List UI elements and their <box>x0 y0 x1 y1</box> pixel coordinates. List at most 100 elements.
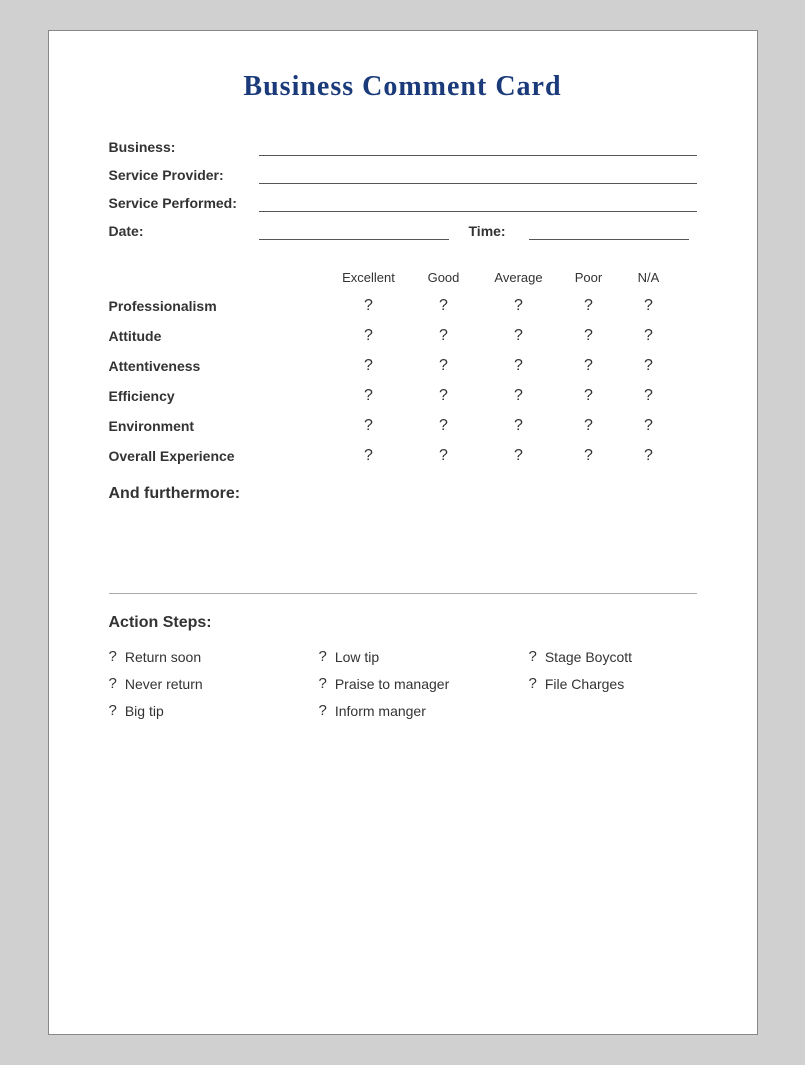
service-performed-row: Service Performed: <box>109 194 697 212</box>
attitude-average[interactable]: ? <box>479 327 559 345</box>
attitude-na[interactable]: ? <box>619 327 679 345</box>
attentiveness-na[interactable]: ? <box>619 357 679 375</box>
environment-average[interactable]: ? <box>479 417 559 435</box>
attentiveness-good[interactable]: ? <box>409 357 479 375</box>
header-excellent: Excellent <box>329 270 409 285</box>
action-label-praise-manager: Praise to manager <box>335 676 449 692</box>
label-overall-experience: Overall Experience <box>109 448 329 464</box>
action-icon-low-tip: ? <box>319 648 327 665</box>
action-label-low-tip: Low tip <box>335 649 379 665</box>
environment-na[interactable]: ? <box>619 417 679 435</box>
attentiveness-poor[interactable]: ? <box>559 357 619 375</box>
service-provider-row: Service Provider: <box>109 166 697 184</box>
furthermore-section: And furthermore: <box>109 485 697 503</box>
action-icon-file-charges: ? <box>529 675 537 692</box>
label-efficiency: Efficiency <box>109 388 329 404</box>
action-item-big-tip[interactable]: ? Big tip <box>109 702 309 719</box>
action-item-praise-manager[interactable]: ? Praise to manager <box>319 675 519 692</box>
attitude-excellent[interactable]: ? <box>329 327 409 345</box>
action-icon-inform-manager: ? <box>319 702 327 719</box>
environment-poor[interactable]: ? <box>559 417 619 435</box>
action-item-file-charges[interactable]: ? File Charges <box>529 675 729 692</box>
action-label-file-charges: File Charges <box>545 676 624 692</box>
professionalism-poor[interactable]: ? <box>559 297 619 315</box>
time-label: Time: <box>469 223 524 239</box>
attitude-good[interactable]: ? <box>409 327 479 345</box>
label-attentiveness: Attentiveness <box>109 358 329 374</box>
attitude-poor[interactable]: ? <box>559 327 619 345</box>
business-label: Business: <box>109 139 254 155</box>
label-environment: Environment <box>109 418 329 434</box>
environment-good[interactable]: ? <box>409 417 479 435</box>
action-label-big-tip: Big tip <box>125 703 164 719</box>
date-time-row: Date: Time: <box>109 222 697 240</box>
rating-row-professionalism: Professionalism ? ? ? ? ? <box>109 297 697 315</box>
professionalism-good[interactable]: ? <box>409 297 479 315</box>
overall-excellent[interactable]: ? <box>329 447 409 465</box>
action-label-return-soon: Return soon <box>125 649 201 665</box>
time-input-line[interactable] <box>529 222 689 240</box>
efficiency-good[interactable]: ? <box>409 387 479 405</box>
service-performed-input-line[interactable] <box>259 194 697 212</box>
efficiency-na[interactable]: ? <box>619 387 679 405</box>
service-provider-input-line[interactable] <box>259 166 697 184</box>
action-item-empty <box>529 702 729 719</box>
overall-na[interactable]: ? <box>619 447 679 465</box>
overall-average[interactable]: ? <box>479 447 559 465</box>
action-icon-return-soon: ? <box>109 648 117 665</box>
action-icon-stage-boycott: ? <box>529 648 537 665</box>
date-label: Date: <box>109 223 254 239</box>
environment-excellent[interactable]: ? <box>329 417 409 435</box>
service-performed-label: Service Performed: <box>109 195 254 211</box>
divider-line <box>109 593 697 594</box>
header-average: Average <box>479 270 559 285</box>
action-item-inform-manager[interactable]: ? Inform manger <box>319 702 519 719</box>
action-icon-praise-manager: ? <box>319 675 327 692</box>
efficiency-excellent[interactable]: ? <box>329 387 409 405</box>
efficiency-average[interactable]: ? <box>479 387 559 405</box>
action-steps-section: Action Steps: ? Return soon ? Low tip ? … <box>109 614 697 719</box>
action-item-return-soon[interactable]: ? Return soon <box>109 648 309 665</box>
action-steps-title: Action Steps: <box>109 614 697 632</box>
comment-card-page: Business Comment Card Business: Service … <box>48 30 758 1035</box>
label-professionalism: Professionalism <box>109 298 329 314</box>
professionalism-excellent[interactable]: ? <box>329 297 409 315</box>
overall-good[interactable]: ? <box>409 447 479 465</box>
form-section: Business: Service Provider: Service Perf… <box>109 138 697 240</box>
time-group: Time: <box>469 222 689 240</box>
rating-row-attentiveness: Attentiveness ? ? ? ? ? <box>109 357 697 375</box>
action-item-low-tip[interactable]: ? Low tip <box>319 648 519 665</box>
overall-poor[interactable]: ? <box>559 447 619 465</box>
professionalism-average[interactable]: ? <box>479 297 559 315</box>
rating-row-environment: Environment ? ? ? ? ? <box>109 417 697 435</box>
furthermore-title: And furthermore: <box>109 485 697 503</box>
rating-row-attitude: Attitude ? ? ? ? ? <box>109 327 697 345</box>
action-label-stage-boycott: Stage Boycott <box>545 649 632 665</box>
header-empty <box>109 270 329 285</box>
action-label-never-return: Never return <box>125 676 203 692</box>
page-title: Business Comment Card <box>109 71 697 103</box>
date-group: Date: <box>109 222 449 240</box>
rating-row-efficiency: Efficiency ? ? ? ? ? <box>109 387 697 405</box>
action-icon-never-return: ? <box>109 675 117 692</box>
action-icon-big-tip: ? <box>109 702 117 719</box>
action-item-stage-boycott[interactable]: ? Stage Boycott <box>529 648 729 665</box>
efficiency-poor[interactable]: ? <box>559 387 619 405</box>
professionalism-na[interactable]: ? <box>619 297 679 315</box>
action-item-never-return[interactable]: ? Never return <box>109 675 309 692</box>
rating-row-overall-experience: Overall Experience ? ? ? ? ? <box>109 447 697 465</box>
rating-section: Excellent Good Average Poor N/A Professi… <box>109 270 697 465</box>
business-input-line[interactable] <box>259 138 697 156</box>
date-input-line[interactable] <box>259 222 449 240</box>
rating-header: Excellent Good Average Poor N/A <box>109 270 697 285</box>
action-label-inform-manager: Inform manger <box>335 703 426 719</box>
service-provider-label: Service Provider: <box>109 167 254 183</box>
header-poor: Poor <box>559 270 619 285</box>
business-row: Business: <box>109 138 697 156</box>
attentiveness-excellent[interactable]: ? <box>329 357 409 375</box>
label-attitude: Attitude <box>109 328 329 344</box>
attentiveness-average[interactable]: ? <box>479 357 559 375</box>
header-na: N/A <box>619 270 679 285</box>
action-steps-grid: ? Return soon ? Low tip ? Stage Boycott … <box>109 648 697 719</box>
header-good: Good <box>409 270 479 285</box>
